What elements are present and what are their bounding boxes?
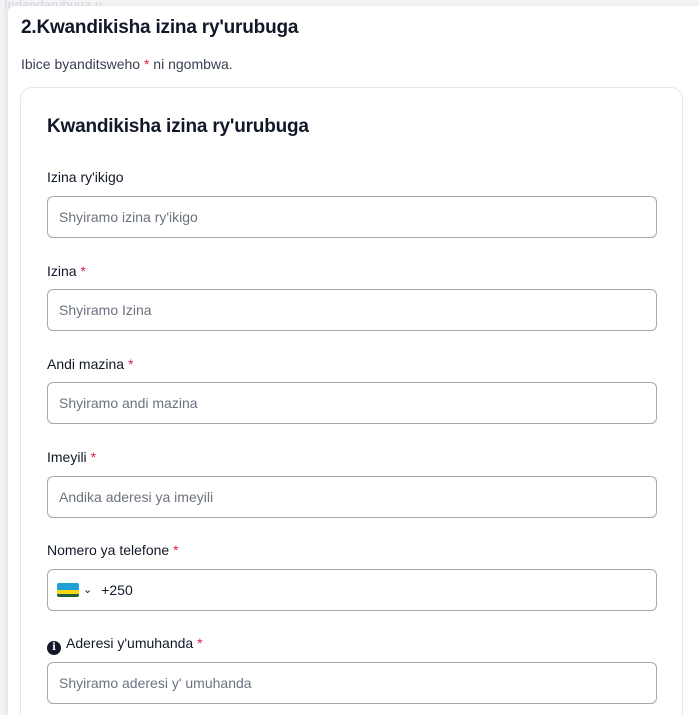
- org-name-input[interactable]: [47, 196, 657, 238]
- required-marker: *: [127, 356, 134, 372]
- step-title: 2.Kwandikisha izina ry'urubuga: [21, 17, 299, 38]
- address-label-text: Aderesi y'umuhanda: [66, 635, 194, 651]
- country-dial-code: +250: [101, 582, 133, 598]
- rwanda-flag-icon[interactable]: [57, 583, 79, 597]
- address-input[interactable]: [47, 662, 657, 704]
- phone-field: ⌄ +250: [47, 569, 657, 611]
- required-marker: *: [197, 635, 203, 651]
- required-marker: *: [80, 263, 86, 279]
- required-marker: *: [173, 542, 179, 558]
- last-name-input[interactable]: [47, 382, 657, 424]
- required-note: Ibice byanditsweho * ni ngombwa.: [21, 56, 233, 72]
- email-label: Imeyili *: [47, 449, 96, 465]
- email-input[interactable]: [47, 476, 657, 518]
- form-title: Kwandikisha izina ry'urubuga: [47, 116, 309, 137]
- chevron-down-icon[interactable]: ⌄: [83, 584, 92, 596]
- phone-input[interactable]: [138, 570, 656, 610]
- address-label: i Aderesi y'umuhanda *: [47, 635, 203, 655]
- required-note-prefix: Ibice byanditsweho: [21, 56, 144, 72]
- first-name-label: Izina *: [47, 263, 86, 279]
- email-label-text: Imeyili: [47, 449, 87, 465]
- org-name-label: Izina ry'ikigo: [47, 169, 124, 185]
- org-name-label-text: Izina ry'ikigo: [47, 169, 124, 185]
- required-note-suffix: ni ngombwa.: [149, 56, 233, 72]
- domain-registration-card: Kwandikisha izina ry'urubuga Izina ry'ik…: [20, 87, 683, 715]
- phone-label: Nomero ya telefone *: [47, 542, 179, 558]
- last-name-label-text: Andi mazina: [47, 356, 125, 372]
- required-marker: *: [90, 449, 97, 465]
- first-name-label-text: Izina: [47, 263, 77, 279]
- first-name-input[interactable]: [47, 289, 657, 331]
- registration-panel: 2.Kwandikisha izina ry'urubuga Ibice bya…: [8, 6, 699, 715]
- info-icon[interactable]: i: [47, 641, 61, 655]
- phone-label-text: Nomero ya telefone: [47, 542, 170, 558]
- last-name-label: Andi mazina *: [47, 356, 133, 372]
